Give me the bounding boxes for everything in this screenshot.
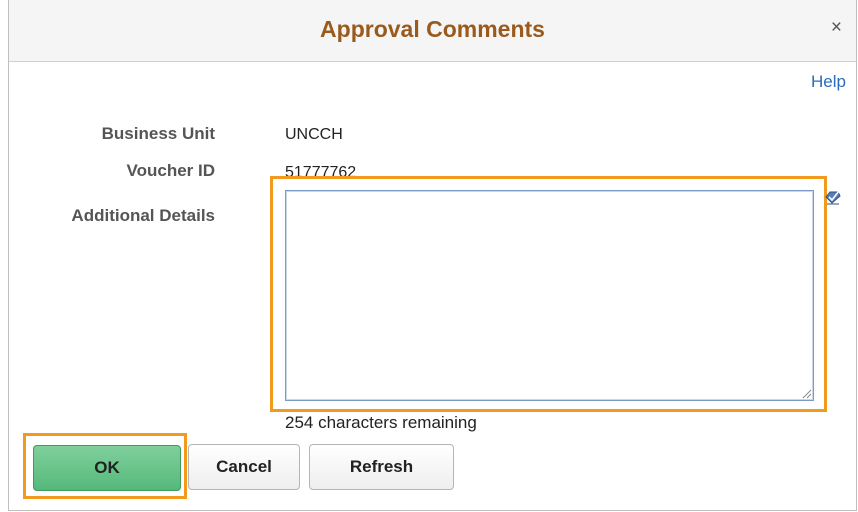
cancel-button[interactable]: Cancel — [188, 444, 300, 490]
help-link[interactable]: Help — [811, 72, 846, 92]
resize-grip-icon[interactable] — [800, 387, 812, 399]
close-icon[interactable]: × — [831, 18, 842, 37]
refresh-button[interactable]: Refresh — [309, 444, 454, 490]
additional-details-textarea[interactable] — [285, 190, 814, 401]
business-unit-value: UNCCH — [285, 126, 343, 143]
dialog-titlebar: Approval Comments × — [8, 0, 857, 62]
spell-check-icon[interactable] — [824, 188, 842, 206]
characters-remaining: 254 characters remaining — [285, 413, 477, 432]
additional-details-label: Additional Details — [71, 206, 215, 225]
ok-button[interactable]: OK — [33, 445, 181, 491]
dialog-title: Approval Comments — [320, 16, 545, 42]
voucher-id-label: Voucher ID — [126, 161, 215, 180]
voucher-id-value: 51777762 — [285, 164, 357, 177]
business-unit-label: Business Unit — [101, 124, 215, 143]
